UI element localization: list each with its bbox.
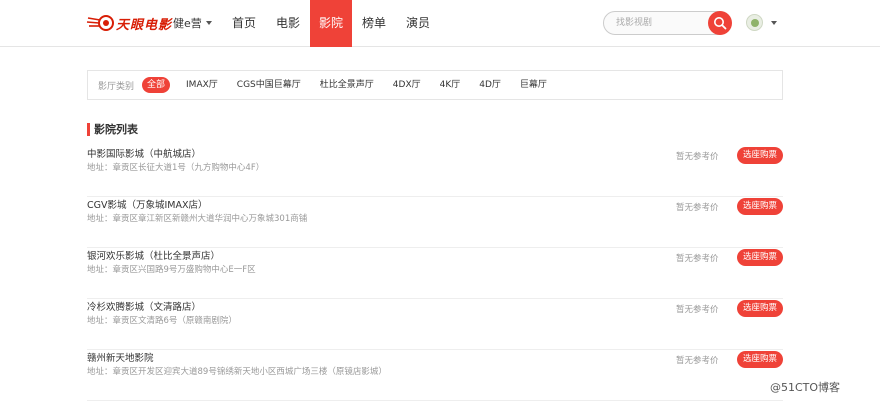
- cinema-address: 地址：章贡区开发区迎宾大道89号锦绣新天地小区西城广场三楼（原镜店影城）: [87, 367, 387, 377]
- section-title-text: 影院列表: [94, 123, 138, 136]
- cinema-address: 地址：章贡区兴国路9号万盛购物中心E一F区: [87, 265, 256, 275]
- cinema-price: 暂无参考价: [676, 203, 719, 213]
- main-nav: 首页 电影 影院 榜单 演员: [222, 0, 440, 47]
- cinema-item: 银河欢乐影城（杜比全景声店） 地址：章贡区兴国路9号万盛购物中心E一F区 暂无参…: [87, 248, 783, 299]
- cinema-name[interactable]: 赣州新天地影院: [87, 350, 154, 364]
- cinema-price: 暂无参考价: [676, 305, 719, 315]
- search-icon: [714, 17, 727, 30]
- nav-rankings[interactable]: 榜单: [352, 0, 396, 47]
- filter-tag-4d[interactable]: 4D厅: [471, 77, 509, 93]
- cinema-price: 暂无参考价: [676, 254, 719, 264]
- search-button[interactable]: [708, 11, 732, 35]
- buy-ticket-button[interactable]: 选座购票: [737, 300, 783, 317]
- nav-home[interactable]: 首页: [222, 0, 266, 47]
- cinema-price: 暂无参考价: [676, 152, 719, 162]
- cinema-address: 地址：章贡区长征大道1号（九方购物中心4F）: [87, 163, 265, 173]
- cinema-price: 暂无参考价: [676, 356, 719, 366]
- cinema-item: 赣州新天地影院 地址：章贡区开发区迎宾大道89号锦绣新天地小区西城广场三楼（原镜…: [87, 350, 783, 401]
- buy-ticket-button[interactable]: 选座购票: [737, 198, 783, 215]
- logo-text: 天眼电影: [116, 17, 173, 33]
- avatar: [746, 14, 763, 31]
- user-menu[interactable]: [746, 14, 777, 31]
- filter-tag-4dx[interactable]: 4DX厅: [385, 77, 429, 93]
- chevron-down-icon: [771, 20, 777, 25]
- cinema-name[interactable]: 冷杉欢腾影城（文清路店）: [87, 299, 201, 313]
- chevron-down-icon: [205, 21, 212, 25]
- filter-tag-cgs[interactable]: CGS中国巨幕厅: [229, 77, 309, 93]
- buy-ticket-button[interactable]: 选座购票: [737, 351, 783, 368]
- buy-ticket-button[interactable]: 选座购票: [737, 249, 783, 266]
- buy-ticket-button[interactable]: 选座购票: [737, 147, 783, 164]
- cinema-item: CGV影城（万象城IMAX店） 地址：章贡区章江新区新赣州大道华润中心万象城30…: [87, 197, 783, 248]
- top-header: 天眼电影 健e营 首页 电影 影院 榜单 演员: [0, 0, 880, 47]
- cinema-item: 冷杉欢腾影城（文清路店） 地址：章贡区文清路6号（原赣南剧院） 暂无参考价 选座…: [87, 299, 783, 350]
- filter-tag-giant[interactable]: 巨幕厅: [512, 77, 555, 93]
- filter-tag-dolby[interactable]: 杜比全景声厅: [312, 77, 382, 93]
- nav-movies[interactable]: 电影: [266, 0, 310, 47]
- site-logo[interactable]: 天眼电影: [86, 12, 172, 34]
- filter-tag-all[interactable]: 全部: [142, 77, 171, 93]
- city-label: 健e营: [173, 17, 202, 30]
- cinema-name[interactable]: CGV影城（万象城IMAX店）: [87, 197, 208, 211]
- cinema-item: 中影国际影城（中航城店） 地址：章贡区长征大道1号（九方购物中心4F） 暂无参考…: [87, 146, 783, 197]
- cinema-address: 地址：章贡区章江新区新赣州大道华润中心万象城301商铺: [87, 214, 308, 224]
- nav-cinemas[interactable]: 影院: [310, 0, 353, 47]
- cinema-name[interactable]: 中影国际影城（中航城店）: [87, 146, 201, 160]
- filter-tag-imax[interactable]: IMAX厅: [178, 77, 226, 93]
- nav-actors[interactable]: 演员: [396, 0, 440, 47]
- search-input[interactable]: [616, 16, 702, 30]
- city-selector[interactable]: 健e营: [173, 15, 212, 31]
- title-accent-bar: [87, 122, 90, 136]
- cinema-address: 地址：章贡区文清路6号（原赣南剧院）: [87, 316, 237, 326]
- logo-icon: [86, 14, 114, 32]
- filter-tag-4k[interactable]: 4K厅: [432, 77, 469, 93]
- cinema-name[interactable]: 银河欢乐影城（杜比全景声店）: [87, 248, 220, 262]
- watermark: @51CTO博客: [770, 381, 841, 394]
- filter-label: 影厅类别: [98, 81, 135, 92]
- section-title: 影院列表: [87, 122, 138, 136]
- hall-type-filter: 影厅类别 全部 IMAX厅 CGS中国巨幕厅 杜比全景声厅 4DX厅 4K厅 4…: [87, 70, 783, 100]
